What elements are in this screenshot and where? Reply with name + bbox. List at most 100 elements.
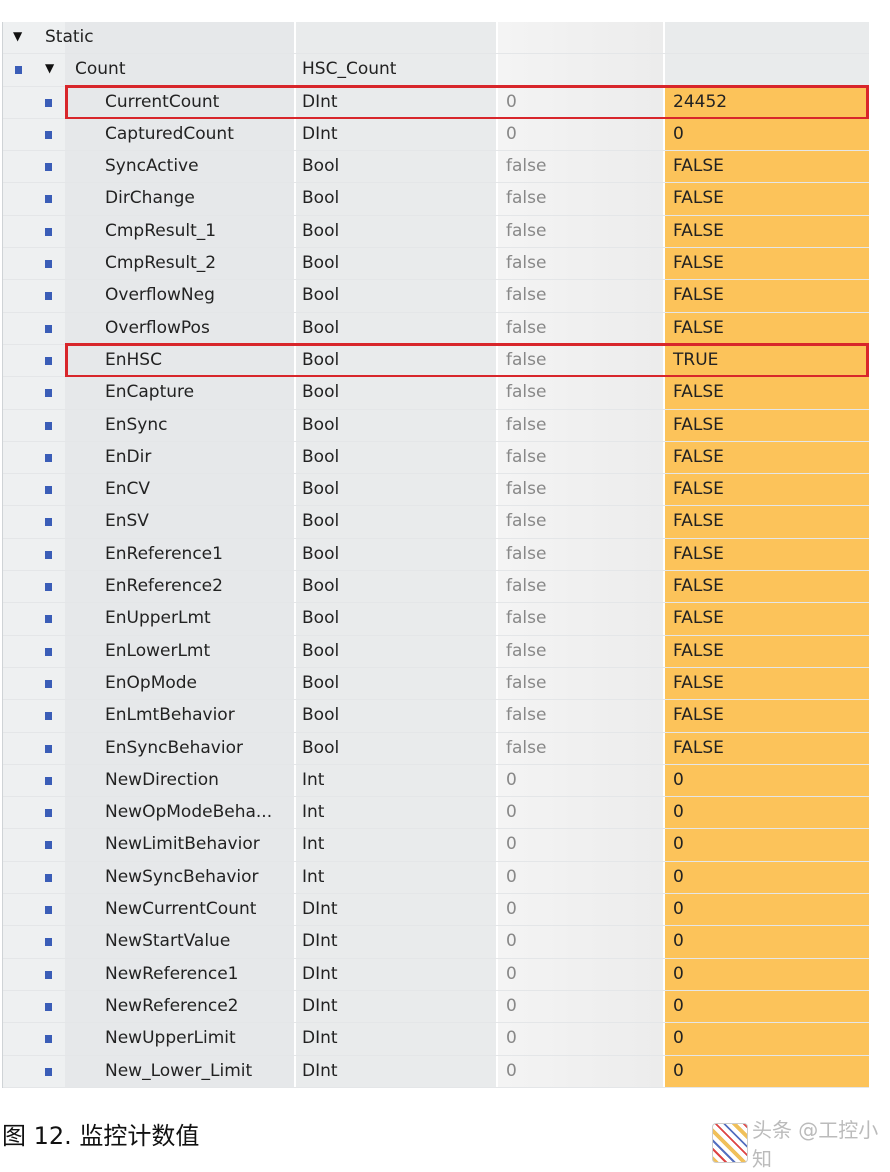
monitor-value-cell[interactable]: 24452: [665, 86, 869, 118]
monitor-value-cell[interactable]: FALSE: [665, 700, 869, 732]
table-row[interactable]: OverflowPos Bool false FALSE: [3, 312, 869, 345]
monitor-value-cell[interactable]: 0: [665, 1023, 869, 1055]
name-cell: ▼ Count: [3, 54, 296, 86]
start-value-cell: 0: [498, 894, 665, 926]
table-row[interactable]: New_Lower_Limit DInt 0 0: [3, 1055, 869, 1088]
name-cell: EnOpMode: [3, 667, 296, 700]
start-value-cell: false: [498, 571, 665, 603]
monitor-value-cell[interactable]: 0: [665, 958, 869, 990]
type-cell: [296, 22, 498, 54]
table-row[interactable]: EnSyncBehavior Bool false FALSE: [3, 732, 869, 765]
table-row[interactable]: CurrentCount DInt 0 24452: [3, 84, 869, 120]
table-row[interactable]: NewDirection Int 0 0: [3, 764, 869, 798]
row-name: OverflowPos: [105, 317, 210, 338]
row-name: EnCapture: [105, 382, 195, 403]
tree-row-count[interactable]: ▼ Count HSC_Count: [3, 54, 869, 87]
member-icon: [45, 1035, 52, 1044]
monitor-value-cell[interactable]: FALSE: [665, 571, 869, 603]
type-cell: Bool: [296, 280, 498, 312]
member-icon: [45, 550, 52, 559]
table-row[interactable]: NewCurrentCount DInt 0 0: [3, 894, 869, 927]
type-cell: Bool: [296, 151, 498, 183]
table-row[interactable]: NewStartValue DInt 0 0: [3, 926, 869, 959]
type-cell: DInt: [296, 118, 498, 151]
table-row[interactable]: EnReference1 Bool false FALSE: [3, 538, 869, 572]
monitor-value-cell[interactable]: FALSE: [665, 474, 869, 506]
start-value-cell: 0: [498, 926, 665, 958]
member-icon: [45, 389, 52, 398]
table-row[interactable]: EnLmtBehavior Bool false FALSE: [3, 700, 869, 733]
monitor-value-cell[interactable]: 0: [665, 894, 869, 926]
monitor-value-cell[interactable]: 0: [665, 990, 869, 1023]
row-name: CmpResult_1: [105, 220, 217, 241]
monitor-value-cell[interactable]: 0: [665, 1055, 869, 1087]
table-row[interactable]: EnLowerLmt Bool false FALSE: [3, 635, 869, 668]
monitor-value-cell[interactable]: FALSE: [665, 409, 869, 441]
monitor-value-cell[interactable]: FALSE: [665, 635, 869, 667]
table-row[interactable]: SyncActive Bool false FALSE: [3, 151, 869, 184]
expand-triangle-icon[interactable]: ▼: [13, 29, 22, 43]
table-row[interactable]: NewLimitBehavior Int 0 0: [3, 829, 869, 862]
member-icon: [45, 776, 52, 785]
table-row[interactable]: NewReference1 DInt 0 0: [3, 958, 869, 991]
expand-triangle-icon[interactable]: ▼: [45, 61, 54, 75]
table-row[interactable]: OverflowNeg Bool false FALSE: [3, 280, 869, 313]
row-name: OverflowNeg: [105, 285, 215, 306]
monitor-value-cell[interactable]: FALSE: [665, 248, 869, 280]
table-row[interactable]: EnCapture Bool false FALSE: [3, 377, 869, 410]
monitor-value-cell[interactable]: FALSE: [665, 667, 869, 700]
table-row[interactable]: NewSyncBehavior Int 0 0: [3, 861, 869, 895]
monitor-value-cell[interactable]: 0: [665, 118, 869, 151]
member-icon: [45, 873, 52, 882]
tree-row-static[interactable]: ▼ Static: [3, 22, 869, 55]
monitor-value-cell[interactable]: FALSE: [665, 312, 869, 344]
member-icon: [45, 356, 52, 365]
name-cell: EnSync: [3, 409, 296, 441]
table-row[interactable]: EnCV Bool false FALSE: [3, 474, 869, 507]
monitor-value-cell[interactable]: 0: [665, 797, 869, 829]
monitor-value-cell[interactable]: FALSE: [665, 183, 869, 215]
monitor-value-cell[interactable]: FALSE: [665, 603, 869, 635]
monitor-value-cell[interactable]: 0: [665, 861, 869, 894]
member-icon: [45, 1067, 52, 1076]
name-cell: EnSV: [3, 506, 296, 538]
row-name: CurrentCount: [105, 91, 220, 112]
table-row[interactable]: CmpResult_1 Bool false FALSE: [3, 215, 869, 249]
member-icon: [45, 1002, 52, 1011]
table-row[interactable]: CapturedCount DInt 0 0: [3, 118, 869, 152]
monitor-value-cell[interactable]: FALSE: [665, 732, 869, 764]
table-row[interactable]: NewUpperLimit DInt 0 0: [3, 1023, 869, 1056]
monitor-value-cell[interactable]: FALSE: [665, 506, 869, 538]
name-cell: NewUpperLimit: [3, 1023, 296, 1055]
start-value-cell: 0: [498, 797, 665, 829]
row-name: EnDir: [105, 446, 152, 467]
watermark-text: 头条 @工控小知: [751, 1118, 879, 1171]
row-name: NewDirection: [105, 769, 219, 790]
monitor-value-cell[interactable]: FALSE: [665, 215, 869, 248]
member-icon: [45, 292, 52, 301]
table-row[interactable]: NewOpModeBeha... Int 0 0: [3, 797, 869, 830]
table-row[interactable]: EnReference2 Bool false FALSE: [3, 571, 869, 604]
table-row[interactable]: EnUpperLmt Bool false FALSE: [3, 603, 869, 636]
table-row[interactable]: EnSV Bool false FALSE: [3, 506, 869, 539]
monitor-value-cell[interactable]: 0: [665, 926, 869, 958]
monitor-value-cell[interactable]: TRUE: [665, 344, 869, 377]
type-cell: Int: [296, 764, 498, 797]
table-row[interactable]: NewReference2 DInt 0 0: [3, 990, 869, 1024]
monitor-value-cell[interactable]: 0: [665, 829, 869, 861]
monitor-value-cell[interactable]: FALSE: [665, 538, 869, 571]
table-row[interactable]: CmpResult_2 Bool false FALSE: [3, 248, 869, 281]
start-value-cell: 0: [498, 1055, 665, 1087]
monitor-value-cell[interactable]: FALSE: [665, 441, 869, 474]
type-cell: DInt: [296, 958, 498, 990]
type-cell: Bool: [296, 377, 498, 409]
table-row[interactable]: EnSync Bool false FALSE: [3, 409, 869, 442]
monitor-value-cell[interactable]: 0: [665, 764, 869, 797]
table-row[interactable]: DirChange Bool false FALSE: [3, 183, 869, 216]
table-row[interactable]: EnOpMode Bool false FALSE: [3, 667, 869, 701]
table-row[interactable]: EnDir Bool false FALSE: [3, 441, 869, 475]
monitor-value-cell[interactable]: FALSE: [665, 151, 869, 183]
monitor-value-cell[interactable]: FALSE: [665, 377, 869, 409]
table-row[interactable]: EnHSC Bool false TRUE: [3, 342, 869, 378]
monitor-value-cell[interactable]: FALSE: [665, 280, 869, 312]
